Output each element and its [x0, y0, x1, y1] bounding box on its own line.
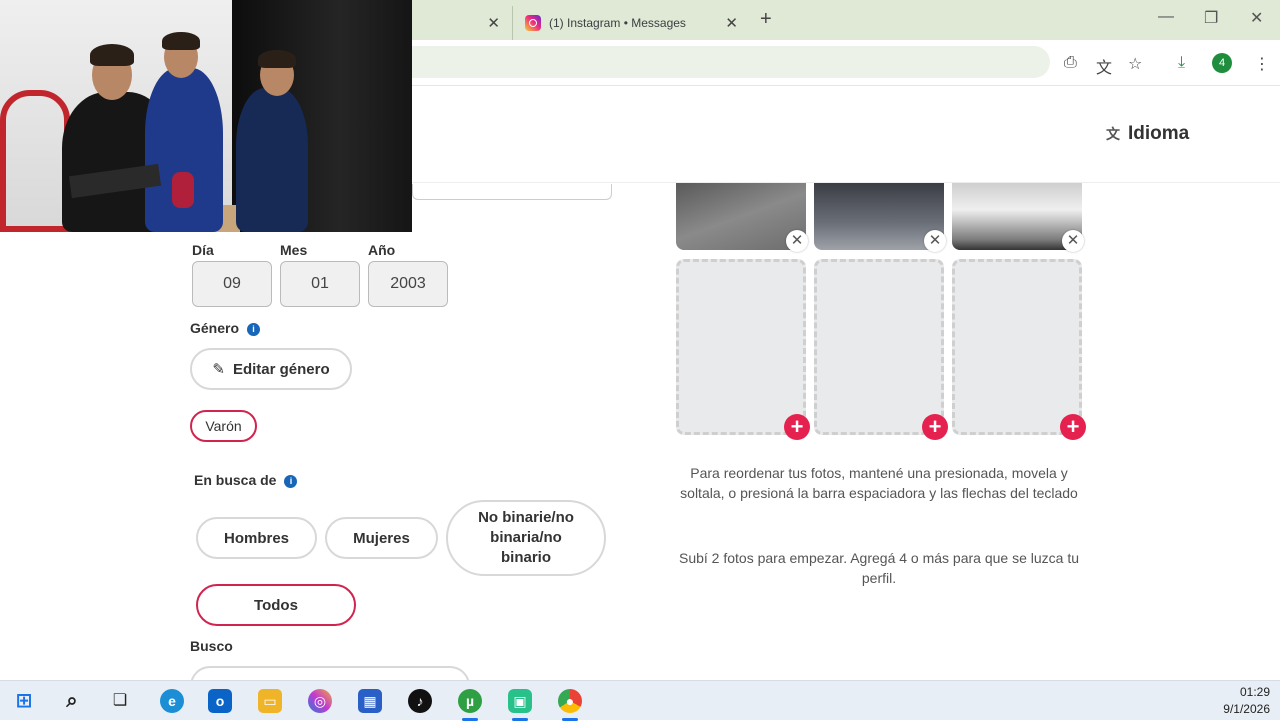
menu-icon[interactable]: ⋮ [1254, 54, 1270, 74]
store-icon[interactable]: ▦ [358, 689, 382, 713]
year-label: Año [368, 242, 396, 258]
gender-label: Género [190, 320, 240, 336]
add-photo-icon[interactable]: + [922, 414, 948, 440]
copilot-icon[interactable]: ◎ [308, 689, 332, 713]
tiktok-icon[interactable]: ♪ [408, 689, 432, 713]
utorrent-icon[interactable]: µ [458, 689, 482, 713]
edit-gender-button[interactable]: ✎ Editar género [190, 348, 352, 390]
window-close-icon[interactable]: ✕ [1250, 8, 1263, 28]
reorder-help-text: Para reordenar tus fotos, mantené una pr… [680, 465, 1078, 501]
gender-selected-chip[interactable]: Varón [190, 410, 257, 442]
language-icon: 文 [1106, 126, 1120, 142]
option-todos[interactable]: Todos [196, 584, 356, 626]
edge-icon[interactable]: e [160, 689, 184, 713]
option-hombres[interactable]: Hombres [196, 517, 317, 559]
edit-gender-label: Editar género [232, 360, 330, 378]
pencil-icon: ✎ [212, 361, 225, 378]
option-mujeres[interactable]: Mujeres [325, 517, 438, 559]
microphone [172, 172, 194, 208]
instagram-icon [525, 15, 541, 31]
minimize-icon[interactable]: — [1158, 8, 1174, 26]
restore-icon[interactable]: ❐ [1204, 8, 1218, 28]
day-field[interactable]: 09 [192, 261, 272, 307]
clock-time: 01:29 [1239, 685, 1270, 699]
month-label: Mes [280, 242, 308, 258]
webcam-overlay [0, 0, 412, 232]
language-label: Idioma [1128, 123, 1190, 144]
close-icon[interactable]: ✕ [725, 14, 738, 32]
streaming-app-icon[interactable]: ▣ [508, 689, 532, 713]
info-icon[interactable]: i [284, 474, 298, 488]
remove-photo-icon[interactable]: ✕ [924, 230, 946, 252]
browser-tab-previous[interactable]: ✕ [412, 6, 512, 40]
search-icon[interactable]: ⌕ [60, 689, 84, 713]
language-button[interactable]: 文 Idioma [1106, 123, 1189, 145]
add-photo-icon[interactable]: + [1060, 414, 1086, 440]
person-right [236, 88, 308, 232]
taskbar: ⊞ ⌕ ❏ e o ▭ ◎ ▦ ♪ µ ▣ ● 01:29 9/1/2026 [0, 680, 1280, 721]
star-icon[interactable]: ☆ [1128, 54, 1142, 74]
chrome-icon[interactable]: ● [558, 689, 582, 713]
option-no-binario[interactable]: No binarie/no binaria/no binario [446, 500, 606, 576]
task-view-icon[interactable]: ❏ [108, 689, 132, 713]
red-chair [0, 90, 70, 232]
empty-photo-slot[interactable] [952, 259, 1082, 435]
outlook-icon[interactable]: o [208, 689, 232, 713]
windows-start-icon[interactable]: ⊞ [12, 689, 36, 713]
text-input-partial[interactable] [412, 184, 612, 200]
close-icon[interactable]: ✕ [487, 14, 500, 32]
looking-for-heading: En busca de i [194, 472, 298, 488]
browser-tab-instagram[interactable]: (1) Instagram • Messages ✕ [512, 6, 752, 40]
address-bar[interactable] [380, 46, 1050, 78]
system-clock[interactable]: 01:29 9/1/2026 [1223, 684, 1270, 718]
clock-date: 9/1/2026 [1223, 702, 1270, 716]
download-icon[interactable]: ⤓ [1178, 54, 1185, 72]
upload-help-text: Subí 2 fotos para empezar. Agregá 4 o má… [678, 550, 1080, 586]
empty-photo-slot[interactable] [814, 259, 944, 435]
add-photo-icon[interactable]: + [784, 414, 810, 440]
empty-photo-slot[interactable] [676, 259, 806, 435]
translate-icon[interactable]: 文 [1096, 54, 1112, 78]
file-explorer-icon[interactable]: ▭ [258, 689, 282, 713]
month-field[interactable]: 01 [280, 261, 360, 307]
looking-for-label: En busca de [194, 472, 277, 488]
year-field[interactable]: 2003 [368, 261, 448, 307]
tab-title: (1) Instagram • Messages [549, 16, 686, 30]
gender-heading: Género i [190, 320, 261, 336]
install-icon[interactable]: ⎙ [1064, 54, 1077, 72]
day-label: Día [192, 242, 214, 258]
remove-photo-icon[interactable]: ✕ [1062, 230, 1084, 252]
seeking-label: Busco [190, 638, 233, 654]
new-tab-icon[interactable]: + [760, 8, 772, 31]
info-icon[interactable]: i [247, 322, 261, 336]
remove-photo-icon[interactable]: ✕ [786, 230, 808, 252]
profile-badge[interactable]: 4 [1212, 53, 1232, 73]
